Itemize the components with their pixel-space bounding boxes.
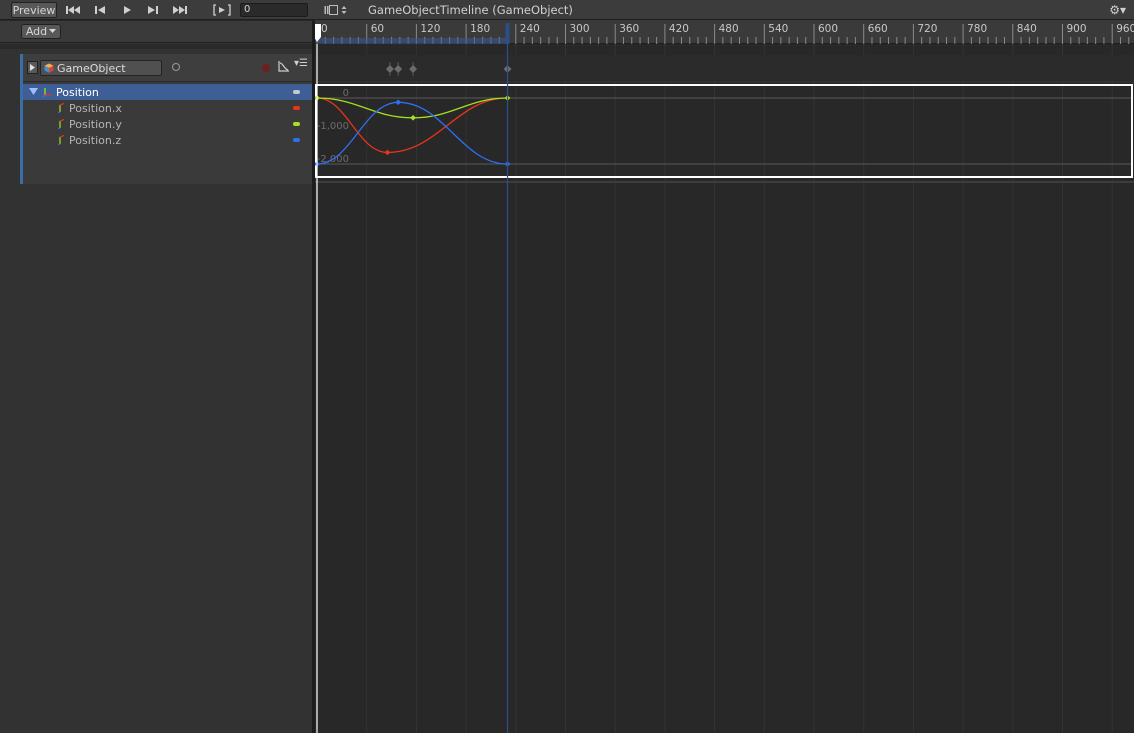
property-label: Position.z <box>69 133 122 147</box>
play-icon[interactable] <box>115 2 139 18</box>
divider <box>0 44 312 49</box>
ruler-tick-label: 0 <box>321 23 328 35</box>
clip-end-marker <box>505 23 510 44</box>
property-row-position[interactable]: Position <box>23 84 312 100</box>
ruler-tick-label: 600 <box>818 23 838 35</box>
transform-axis-icon <box>58 135 65 145</box>
last-frame-icon[interactable] <box>168 2 192 18</box>
ruler-tick-label: 900 <box>1067 23 1087 35</box>
chevron-down-icon[interactable] <box>29 87 38 96</box>
track-expand-button[interactable] <box>27 61 38 74</box>
ruler-tick-label: 480 <box>719 23 739 35</box>
ruler-tick-label: 660 <box>868 23 888 35</box>
curve-editor-icon[interactable] <box>278 60 290 72</box>
curve-color-swatch <box>293 138 300 142</box>
track-header[interactable]: GameObject ▾☰ <box>23 54 312 82</box>
transform-axis-icon <box>58 119 65 129</box>
curve-frame <box>315 84 1133 178</box>
ruler-tick-label: 840 <box>1017 23 1037 35</box>
play-range-icon[interactable] <box>211 2 233 18</box>
prev-frame-icon[interactable] <box>88 2 112 18</box>
ruler-tick-label: 960 <box>1116 23 1134 35</box>
transform-axis-icon <box>58 103 65 113</box>
transform-axis-icon <box>42 88 51 97</box>
track-list-panel: Add GameObject ▾☰ Position Position.x Po… <box>0 21 312 733</box>
chevron-down-icon <box>49 29 57 33</box>
animation-track[interactable]: GameObject ▾☰ Position Position.x Positi… <box>20 54 312 184</box>
property-row-position-z[interactable]: Position.z <box>23 132 312 148</box>
ruler-tick-label: 120 <box>420 23 440 35</box>
object-picker-icon[interactable] <box>172 63 180 71</box>
y-tick-label: -1,000 <box>317 121 349 132</box>
add-track-button[interactable]: Add <box>21 24 61 39</box>
ruler-tick-label: 60 <box>371 23 384 35</box>
chevron-updown-icon <box>341 6 347 14</box>
timeline-title: GameObjectTimeline (GameObject) <box>368 3 573 17</box>
keyframe-strip <box>315 55 1134 82</box>
time-ruler-graphic: 0 60 120 180 240 300 360 420 480 540 600 660 720 780 8… <box>315 23 1134 44</box>
add-label: Add <box>25 25 48 38</box>
gameobject-cube-icon <box>44 63 54 73</box>
curve-key-point <box>410 114 416 121</box>
curve-editor-graphic: 0-1,000-2,000 <box>315 44 1134 733</box>
ruler-tick-label: 420 <box>669 23 689 35</box>
gear-icon[interactable]: ⚙▾ <box>1109 3 1126 17</box>
ruler-tick-label: 780 <box>967 23 987 35</box>
bound-object-field[interactable]: GameObject <box>40 60 162 76</box>
ruler-tick-label: 720 <box>917 23 937 35</box>
ruler-tick-label: 360 <box>619 23 639 35</box>
property-label: Position.y <box>69 117 122 131</box>
curve-key-point <box>395 99 402 106</box>
bound-object-name: GameObject <box>57 61 126 75</box>
time-ruler[interactable]: 0 60 120 180 240 300 360 420 480 540 600 660 720 780 8… <box>315 20 1134 44</box>
timeline-asset-picker[interactable] <box>324 3 352 17</box>
ruler-tick-label: 240 <box>520 23 540 35</box>
timeline-asset-icon <box>324 5 338 15</box>
curve-position-y <box>316 97 508 119</box>
record-icon[interactable] <box>262 64 270 72</box>
property-row-position-y[interactable]: Position.y <box>23 116 312 132</box>
property-label: Position.x <box>69 101 122 115</box>
curve-color-swatch <box>293 106 300 110</box>
property-label: Position <box>56 85 99 99</box>
y-tick-label: 0 <box>343 88 349 99</box>
chevron-right-icon <box>30 64 35 71</box>
curve-color-swatch <box>293 90 300 94</box>
ruler-tick-label: 300 <box>570 23 590 35</box>
track-menu-icon[interactable]: ▾☰ <box>294 58 308 69</box>
next-frame-icon[interactable] <box>141 2 165 18</box>
first-frame-icon[interactable] <box>61 2 85 18</box>
curve-key-point <box>384 149 391 156</box>
property-row-position-x[interactable]: Position.x <box>23 100 312 116</box>
curve-editor-area[interactable]: 0 -1,000 -2,000 <box>315 44 1134 733</box>
timeline-toolbar: Preview 0 GameObjectTimeline (GameObject… <box>0 0 1134 20</box>
frame-field[interactable]: 0 <box>240 3 308 17</box>
ruler-tick-label: 540 <box>768 23 788 35</box>
track-list-header: Add <box>0 21 312 43</box>
ruler-tick-label: 180 <box>470 23 490 35</box>
curve-color-swatch <box>293 122 300 126</box>
preview-button[interactable]: Preview <box>11 2 57 18</box>
